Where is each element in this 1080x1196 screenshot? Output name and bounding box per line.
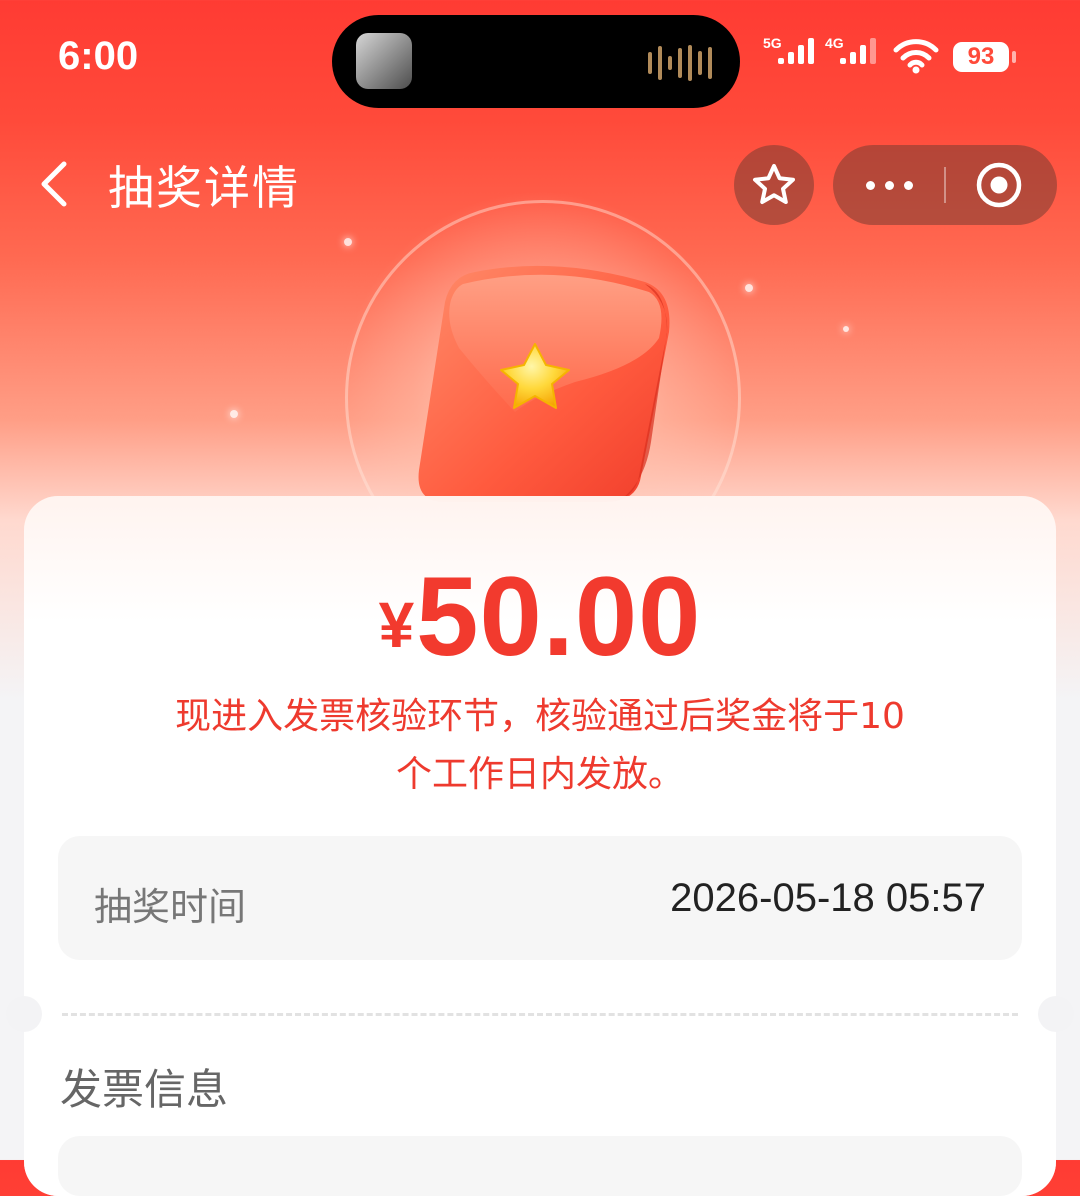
dashed-divider	[62, 1013, 1018, 1016]
star-icon	[753, 164, 795, 204]
close-button[interactable]	[975, 161, 1023, 209]
status-time: 6:00	[58, 34, 139, 78]
more-dot	[884, 180, 894, 190]
amount-value: 50.00	[416, 554, 702, 679]
capsule-divider	[944, 167, 946, 203]
miniprogram-capsule	[833, 145, 1057, 225]
invoice-section-title: 发票信息	[60, 1065, 229, 1114]
sparkle	[745, 284, 753, 292]
wifi-icon	[893, 39, 939, 74]
currency-symbol: ¥	[378, 589, 415, 661]
chevron-left-icon	[41, 161, 67, 207]
battery-tip	[1012, 51, 1016, 63]
draw-time-value: 2026-05-18 05:57	[670, 876, 986, 920]
battery-indicator: 93	[953, 42, 1009, 72]
dynamic-island[interactable]	[332, 15, 740, 108]
more-dots-icon	[865, 180, 875, 190]
page-title: 抽奖详情	[108, 161, 300, 215]
prize-amount: ¥50.00	[0, 552, 1080, 681]
sparkle	[843, 326, 849, 332]
card-notch-right	[1038, 996, 1074, 1032]
verification-notice: 现进入发票核验环节，核验通过后奖金将于10 个工作日内发放。	[120, 688, 960, 804]
more-button[interactable]	[833, 145, 945, 225]
back-button[interactable]	[30, 152, 90, 216]
invoice-info-box	[58, 1136, 1022, 1196]
now-playing-thumbnail	[356, 33, 412, 89]
draw-time-label: 抽奖时间	[94, 885, 247, 929]
draw-time-row: 抽奖时间 2026-05-18 05:57	[58, 836, 1022, 960]
notice-line-1: 现进入发票核验环节，核验通过后奖金将于10	[175, 696, 905, 737]
notice-line-2: 个工作日内发放。	[395, 754, 684, 795]
sparkle	[230, 410, 238, 418]
signal-bars-2-icon	[840, 38, 876, 64]
signal-bars-1-icon	[778, 38, 814, 64]
red-envelope-illustration	[418, 265, 670, 502]
more-dot	[903, 180, 913, 190]
audio-wave-icon	[648, 45, 712, 81]
card-notch-left	[6, 996, 42, 1032]
target-close-icon	[976, 162, 1022, 208]
favorite-button[interactable]	[734, 145, 814, 225]
sparkle	[344, 238, 352, 246]
